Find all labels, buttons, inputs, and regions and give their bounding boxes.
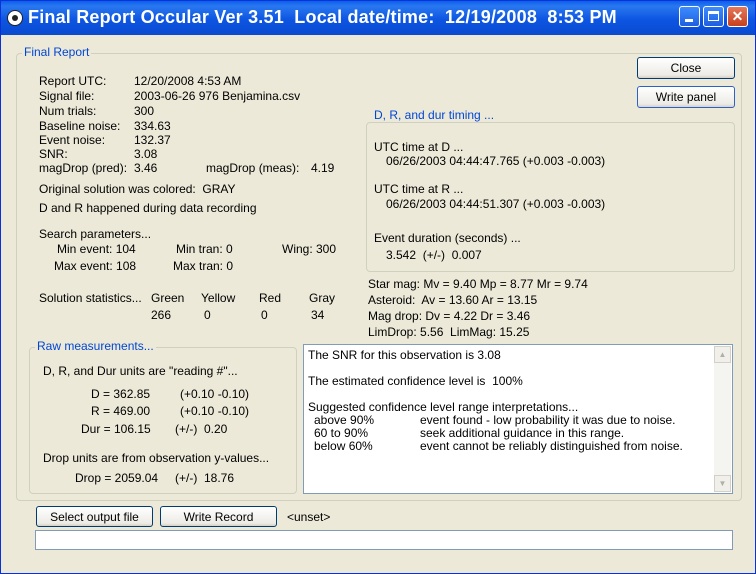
raw-measurements-title: Raw measurements... [35, 339, 156, 353]
report-utc-label: Report UTC: [39, 74, 107, 88]
notes-scrollbar[interactable]: ▲ ▼ [714, 346, 731, 492]
wing-text: Wing: 300 [282, 242, 337, 256]
snr-label: SNR: [39, 147, 68, 161]
signal-file-label: Signal file: [39, 89, 95, 103]
write-record-button[interactable]: Write Record [160, 506, 277, 527]
max-event-text: Max event: 108 [54, 259, 137, 273]
drop-value: Drop = 2059.04 [75, 471, 159, 485]
snr-value: 3.08 [134, 147, 158, 161]
output-path-field[interactable] [35, 530, 733, 550]
range-60-90-desc: seek additional guidance in this range. [420, 426, 625, 440]
close-button[interactable]: Close [637, 57, 735, 79]
duration-label: Event duration (seconds) ... [374, 231, 521, 245]
minimize-icon [685, 19, 693, 22]
magdrop-meas-label: magDrop (meas): [206, 161, 300, 175]
dur-reading-error: (+/-) 0.20 [175, 422, 228, 436]
event-noise-label: Event noise: [39, 133, 106, 147]
timing-group-title: D, R, and dur timing ... [372, 108, 497, 122]
min-event-text: Min event: 104 [57, 242, 136, 256]
d-time-value: 06/26/2003 04:44:47.765 (+0.003 -0.003) [386, 154, 606, 168]
units-text: D, R, and Dur units are "reading #"... [43, 364, 238, 378]
range-above-90: above 90% [314, 413, 375, 427]
drop-error: (+/-) 18.76 [175, 471, 235, 485]
select-output-file-button[interactable]: Select output file [36, 506, 153, 527]
magdrop-pred-value: 3.46 [134, 161, 158, 175]
num-trials-value: 300 [134, 104, 155, 118]
d-reading-error: (+0.10 -0.10) [180, 387, 250, 401]
window-title: Final Report Occular Ver 3.51 Local date… [28, 7, 617, 27]
limdrop-text: LimDrop: 5.56 LimMag: 15.25 [368, 325, 530, 339]
d-time-label: UTC time at D ... [374, 140, 464, 154]
baseline-noise-label: Baseline noise: [39, 119, 121, 133]
stat-header-red: Red [259, 291, 282, 305]
app-eye-icon[interactable] [7, 10, 23, 26]
r-time-value: 06/26/2003 04:44:51.307 (+0.003 -0.003) [386, 197, 606, 211]
r-reading-error: (+0.10 -0.10) [180, 404, 250, 418]
magdrop-pred-label: magDrop (pred): [39, 161, 128, 175]
d-reading-value: D = 362.85 [91, 387, 151, 401]
baseline-noise-value: 334.63 [134, 119, 171, 133]
r-time-label: UTC time at R ... [374, 182, 464, 196]
confidence-note: The estimated confidence level is 100% [308, 374, 523, 388]
output-file-path-label: <unset> [287, 510, 331, 524]
event-noise-value: 132.37 [134, 133, 171, 147]
maximize-icon [708, 11, 719, 21]
final-report-window: Final Report Occular Ver 3.51 Local date… [0, 0, 756, 574]
final-report-group-title: Final Report [22, 45, 92, 59]
dr-recording-text: D and R happened during data recording [39, 201, 257, 215]
report-utc-value: 12/20/2008 4:53 AM [134, 74, 242, 88]
stat-value-yellow: 0 [204, 308, 211, 322]
close-window-button[interactable]: ✕ [727, 6, 748, 27]
scroll-up-icon[interactable]: ▲ [714, 346, 731, 363]
dur-reading-value: Dur = 106.15 [81, 422, 151, 436]
stat-value-gray: 34 [311, 308, 325, 322]
min-tran-text: Min tran: 0 [176, 242, 233, 256]
suggested-note: Suggested confidence level range interpr… [308, 400, 579, 414]
minimize-button[interactable] [679, 6, 700, 27]
signal-file-value: 2003-06-26 976 Benjamina.csv [134, 89, 301, 103]
r-reading-value: R = 469.00 [91, 404, 151, 418]
stat-value-red: 0 [261, 308, 268, 322]
stat-value-green: 266 [151, 308, 172, 322]
write-panel-button[interactable]: Write panel [637, 86, 735, 108]
max-tran-text: Max tran: 0 [173, 259, 234, 273]
star-mag-text: Star mag: Mv = 9.40 Mp = 8.77 Mr = 9.74 [368, 277, 588, 291]
maximize-button[interactable] [703, 6, 724, 27]
range-60-90: 60 to 90% [314, 426, 369, 440]
asteroid-mag-text: Asteroid: Av = 13.60 Ar = 13.15 [368, 293, 538, 307]
num-trials-label: Num trials: [39, 104, 97, 118]
scroll-down-icon[interactable]: ▼ [714, 475, 731, 492]
snr-note: The SNR for this observation is 3.08 [308, 348, 501, 362]
drop-units-text: Drop units are from observation y-values… [43, 451, 270, 465]
search-params-label: Search parameters... [39, 227, 152, 241]
duration-value: 3.542 (+/-) 0.007 [386, 248, 482, 262]
stat-header-green: Green [151, 291, 185, 305]
mag-drop-text: Mag drop: Dv = 4.22 Dr = 3.46 [368, 309, 531, 323]
range-below-60: below 60% [314, 439, 373, 453]
interpretation-textarea[interactable]: The SNR for this observation is 3.08 The… [303, 344, 733, 494]
close-icon: ✕ [731, 8, 744, 24]
range-below-60-desc: event cannot be reliably distinguished f… [420, 439, 683, 453]
magdrop-meas-value: 4.19 [311, 161, 335, 175]
colored-solution-text: Original solution was colored: GRAY [39, 182, 236, 196]
stat-header-yellow: Yellow [201, 291, 236, 305]
stat-header-gray: Gray [309, 291, 336, 305]
range-above-90-desc: event found - low probability it was due… [420, 413, 676, 427]
title-bar[interactable]: Final Report Occular Ver 3.51 Local date… [1, 1, 755, 35]
solution-stats-label: Solution statistics... [39, 291, 142, 305]
